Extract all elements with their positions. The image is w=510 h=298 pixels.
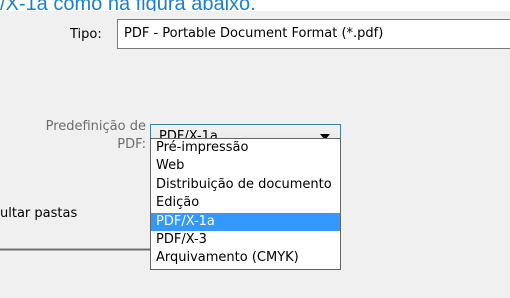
predefinicao-label-line2: PDF: <box>117 137 146 152</box>
predefinicao-label: Predefinição de PDF: <box>46 118 146 154</box>
dropdown-option[interactable]: Arquivamento (CMYK) <box>151 249 340 267</box>
predefinicao-dropdown-list: Pré-impressão Web Distribuição de docume… <box>150 138 341 270</box>
dropdown-option[interactable]: Distribuição de documento <box>151 176 340 194</box>
predefinicao-label-line1: Predefinição de <box>45 119 146 134</box>
consultar-pastas-button[interactable]: ultar pastas <box>0 206 77 221</box>
tipo-select[interactable]: PDF - Portable Document Format (*.pdf) <box>117 19 510 49</box>
divider <box>0 248 155 251</box>
tipo-label: Tipo: <box>70 27 102 42</box>
dropdown-option[interactable]: Pré-impressão <box>151 139 340 157</box>
dropdown-option[interactable]: Web <box>151 157 340 175</box>
dropdown-option-selected[interactable]: PDF/X-1a <box>151 212 340 231</box>
dropdown-option[interactable]: Edição <box>151 194 340 212</box>
dropdown-option[interactable]: PDF/X-3 <box>151 231 340 249</box>
